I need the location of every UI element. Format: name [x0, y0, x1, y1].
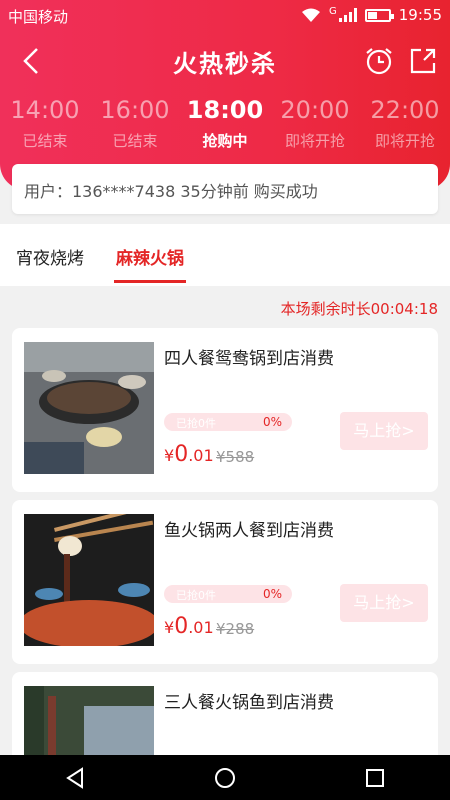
navigation-bar: 火热秒杀: [0, 36, 450, 86]
triangle-back-icon[interactable]: [63, 766, 87, 790]
time-slot-2000[interactable]: 20:00 即将开抢: [270, 96, 360, 156]
category-tabs: 宵夜烧烤 麻辣火锅: [0, 224, 450, 286]
time-slot-tabs: 14:00 已结束 16:00 已结束 18:00 抢购中 20:00 即将开抢…: [0, 96, 450, 156]
remaining-time: 本场剩余时长00:04:18: [280, 300, 438, 318]
time-slot-status: 即将开抢: [374, 132, 435, 150]
price-integer: 0: [174, 614, 189, 639]
product-card[interactable]: 鱼火锅两人餐到店消费 已抢0件 0% ¥0.01 ¥288 马上抢>: [12, 500, 438, 664]
time-slot-1600[interactable]: 16:00 已结束: [90, 96, 180, 156]
sale-price: ¥0.01: [164, 442, 214, 467]
buy-now-button[interactable]: 马上抢>: [340, 584, 428, 622]
time-slot-2200[interactable]: 22:00 即将开抢: [360, 96, 450, 156]
time-slot-status: 即将开抢: [284, 132, 345, 150]
wifi-icon: [302, 8, 321, 22]
time-slot-status: 已结束: [22, 132, 68, 150]
carrier-label: 中国移动: [8, 8, 69, 26]
product-card[interactable]: 四人餐鸳鸯锅到店消费 已抢0件 0% ¥0.01 ¥588 马上抢>: [12, 328, 438, 492]
time-slot-1400[interactable]: 14:00 已结束: [0, 96, 90, 156]
price-currency: ¥: [164, 446, 175, 465]
original-price: ¥288: [216, 620, 255, 638]
product-image: [24, 342, 154, 474]
price-integer: 0: [174, 442, 189, 467]
battery-icon: [364, 8, 394, 22]
clock-label: 19:55: [398, 6, 442, 24]
time-slot-status: 抢购中: [202, 132, 248, 150]
time-slot-time: 14:00: [10, 96, 80, 124]
time-slot-status: 已结束: [112, 132, 158, 150]
alarm-clock-icon[interactable]: [364, 46, 394, 76]
price-decimal: .01: [188, 446, 214, 465]
time-slot-time: 18:00: [186, 96, 264, 124]
time-slot-1800[interactable]: 18:00 抢购中: [180, 96, 270, 156]
sold-progress-bar: 已抢0件 0%: [164, 585, 292, 603]
price-decimal: .01: [188, 618, 214, 637]
signal-icon: [338, 8, 357, 22]
product-image: [24, 514, 154, 646]
time-slot-time: 16:00: [100, 96, 170, 124]
system-navigation-bar: [0, 755, 450, 800]
time-slot-time: 20:00: [280, 96, 350, 124]
sold-count: 已抢0件: [176, 417, 216, 430]
network-type-label: G: [329, 6, 337, 17]
tab-bbq[interactable]: 宵夜烧烤: [16, 244, 84, 269]
product-name: 四人餐鸳鸯锅到店消费: [164, 349, 334, 369]
sold-percent: 0%: [262, 587, 282, 601]
product-name: 三人餐火锅鱼到店消费: [164, 693, 334, 713]
time-slot-time: 22:00: [370, 96, 440, 124]
original-price: ¥588: [216, 448, 255, 466]
status-bar: 中国移动 G 19:55: [0, 0, 450, 32]
active-tab-indicator: [114, 280, 186, 283]
sold-count: 已抢0件: [176, 589, 216, 602]
purchase-ticker: 用户：136****7438 35分钟前 购买成功: [12, 164, 438, 214]
tab-hotpot[interactable]: 麻辣火锅: [116, 244, 184, 269]
price-currency: ¥: [164, 618, 175, 637]
sold-percent: 0%: [262, 415, 282, 429]
share-icon[interactable]: [408, 46, 438, 76]
square-recent-icon[interactable]: [363, 766, 387, 790]
product-name: 鱼火锅两人餐到店消费: [164, 521, 334, 541]
circle-home-icon[interactable]: [213, 766, 237, 790]
sale-price: ¥0.01: [164, 614, 214, 639]
sold-progress-bar: 已抢0件 0%: [164, 413, 292, 431]
buy-now-button[interactable]: 马上抢>: [340, 412, 428, 450]
